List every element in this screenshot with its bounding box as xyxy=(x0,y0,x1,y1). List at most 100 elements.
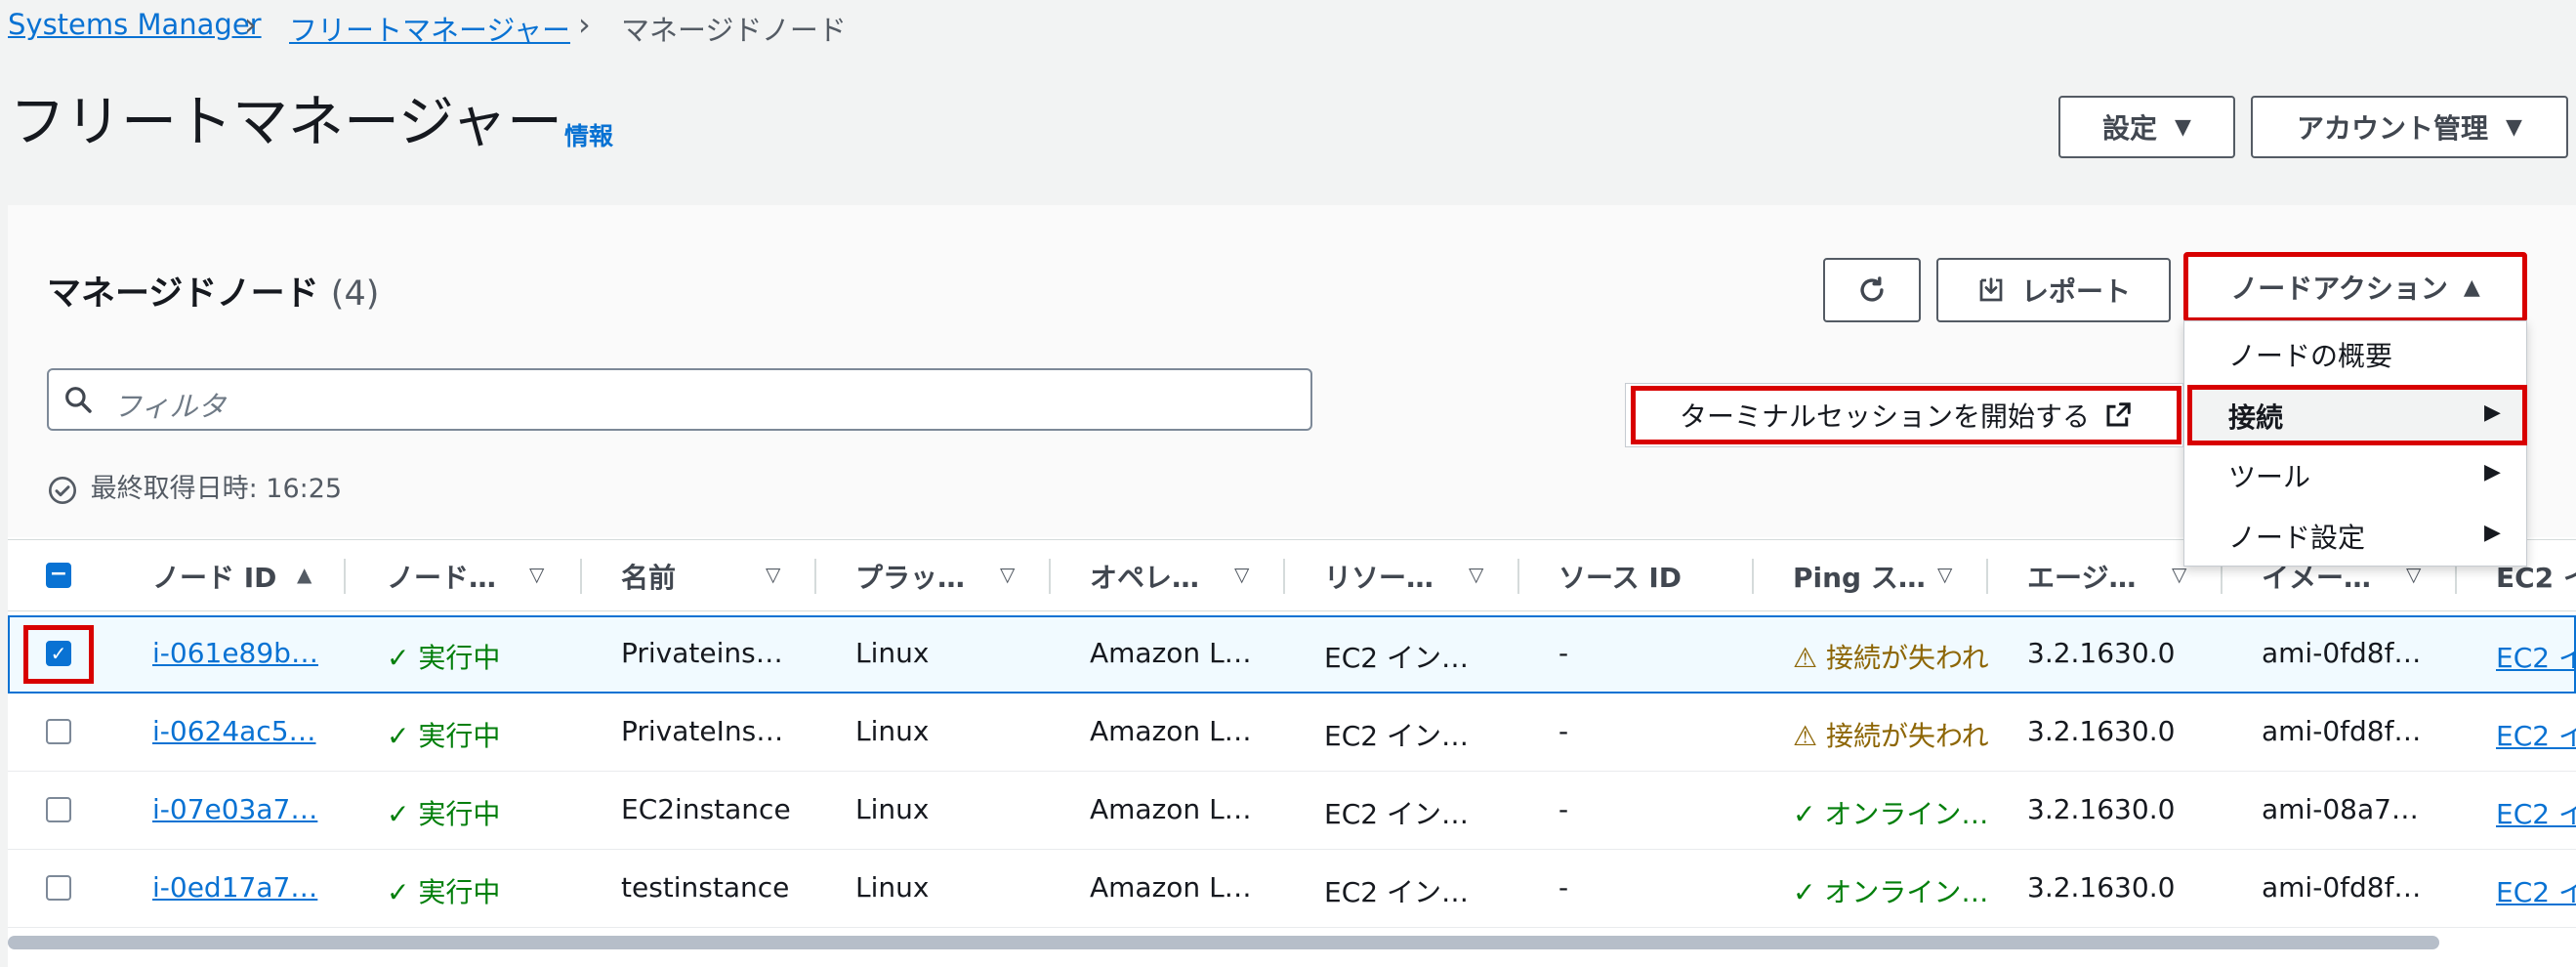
platform: Linux xyxy=(855,715,930,747)
node-name: PrivateIns… xyxy=(621,715,784,747)
settings-label: 設定 xyxy=(2102,112,2158,145)
column-divider xyxy=(580,559,582,594)
refresh-button[interactable] xyxy=(1823,258,1921,322)
sort-icon[interactable]: ▽ xyxy=(1000,563,1015,586)
caret-down-icon: ▼ xyxy=(2175,114,2191,140)
section-title: マネージドノード (4) xyxy=(47,274,380,314)
column-header[interactable]: ノード… xyxy=(387,557,496,596)
row-checkbox[interactable]: ✓ xyxy=(46,641,71,666)
row-checkbox[interactable] xyxy=(46,719,71,744)
page-title: フリートマネージャー xyxy=(10,90,563,154)
column-divider xyxy=(1986,559,1988,594)
settings-button[interactable]: 設定 ▼ xyxy=(2058,96,2235,158)
node-id-link[interactable]: i-061e89b… xyxy=(152,637,318,669)
menu-item-node-settings[interactable]: ノード設定 xyxy=(2228,517,2365,556)
node-state: ✓ 実行中 xyxy=(387,642,501,674)
ec2-link[interactable]: EC2 イ xyxy=(2496,793,2576,832)
node-name: testinstance xyxy=(621,871,790,904)
node-state: ✓ 実行中 xyxy=(387,876,501,908)
node-id-link[interactable]: i-0624ac5… xyxy=(152,715,316,747)
sort-icon[interactable]: ▽ xyxy=(1469,563,1483,586)
filter-placeholder: フィルタ xyxy=(113,390,227,423)
external-link-icon xyxy=(2106,402,2131,427)
column-header[interactable]: ノード ID xyxy=(152,557,276,596)
column-divider xyxy=(344,559,346,594)
image-id: ami-0fd8f… xyxy=(2262,637,2422,669)
ping-status: ⚠ 接続が失われ xyxy=(1793,720,1988,752)
breadcrumb-fleet-manager[interactable]: フリートマネージャー xyxy=(289,8,570,49)
submenu-arrow-icon: ▶ xyxy=(2484,460,2501,484)
os-name: Amazon L… xyxy=(1090,793,1252,825)
caret-up-icon: ▲ xyxy=(2463,274,2480,300)
column-divider xyxy=(1752,559,1754,594)
image-id: ami-08a7… xyxy=(2262,793,2419,825)
column-header[interactable]: ソース ID xyxy=(1558,557,1682,596)
platform: Linux xyxy=(855,871,930,904)
sort-ascending-icon[interactable]: ▲ xyxy=(297,563,312,586)
account-management-label: アカウント管理 xyxy=(2297,112,2489,145)
refresh-icon xyxy=(1860,276,1884,302)
breadcrumb-separator: › xyxy=(578,6,591,43)
source-id: - xyxy=(1558,793,1569,825)
account-management-button[interactable]: アカウント管理 ▼ xyxy=(2251,96,2568,158)
search-icon xyxy=(65,387,92,413)
sort-icon[interactable]: ▽ xyxy=(766,563,780,586)
breadcrumb-systems-manager[interactable]: Systems Manager xyxy=(8,8,262,41)
ping-status: ⚠ 接続が失われ xyxy=(1793,642,1988,674)
download-icon xyxy=(1979,277,2003,302)
column-header[interactable]: エージ… xyxy=(2027,557,2136,596)
info-link[interactable]: 情報 xyxy=(564,117,613,152)
node-state: ✓ 実行中 xyxy=(387,798,501,830)
select-all-checkbox[interactable]: − xyxy=(46,563,71,588)
agent-version: 3.2.1630.0 xyxy=(2027,793,2176,825)
os-name: Amazon L… xyxy=(1090,637,1252,669)
menu-item-node-overview[interactable]: ノードの概要 xyxy=(2228,335,2392,374)
report-label: レポート xyxy=(2020,275,2131,308)
start-terminal-session-label: ターミナルセッションを開始する xyxy=(1679,400,2090,433)
node-name: Privateins… xyxy=(621,637,783,669)
column-header[interactable]: リソー… xyxy=(1324,557,1433,596)
ec2-link[interactable]: EC2 イ xyxy=(2496,637,2576,676)
resource-type: EC2 イン… xyxy=(1324,720,1469,752)
node-actions-button[interactable]: ノードアクション ▲ xyxy=(2183,252,2527,322)
agent-version: 3.2.1630.0 xyxy=(2027,637,2176,669)
submenu-arrow-icon: ▶ xyxy=(2484,400,2501,425)
ping-status: ✓ オンライン… xyxy=(1793,798,1988,830)
sort-icon[interactable]: ▽ xyxy=(1234,563,1249,586)
resource-type: EC2 イン… xyxy=(1324,798,1469,830)
column-header[interactable]: プラッ… xyxy=(855,557,965,596)
node-actions-label: ノードアクション xyxy=(2230,273,2448,305)
column-divider xyxy=(814,559,816,594)
source-id: - xyxy=(1558,637,1569,669)
node-id-link[interactable]: i-0ed17a7… xyxy=(152,871,317,904)
caret-down-icon: ▼ xyxy=(2506,114,2522,140)
sort-icon[interactable]: ▽ xyxy=(1937,563,1952,586)
last-fetched: 最終取得日時: 16:25 xyxy=(47,467,342,506)
source-id: - xyxy=(1558,871,1569,904)
report-button[interactable]: レポート xyxy=(1936,258,2171,322)
column-divider xyxy=(1049,559,1051,594)
submenu-arrow-icon: ▶ xyxy=(2484,521,2501,545)
horizontal-scrollbar[interactable] xyxy=(8,936,2439,949)
ec2-link[interactable]: EC2 イ xyxy=(2496,871,2576,910)
ping-status: ✓ オンライン… xyxy=(1793,876,1988,908)
menu-item-tools[interactable]: ツール xyxy=(2228,456,2310,495)
node-state: ✓ 実行中 xyxy=(387,720,501,752)
image-id: ami-0fd8f… xyxy=(2262,715,2422,747)
resource-type: EC2 イン… xyxy=(1324,876,1469,908)
ec2-link[interactable]: EC2 イ xyxy=(2496,715,2576,754)
column-header[interactable]: オペレ… xyxy=(1090,557,1199,596)
node-id-link[interactable]: i-07e03a7… xyxy=(152,793,317,825)
sort-icon[interactable]: ▽ xyxy=(529,563,544,586)
node-count: (4) xyxy=(330,274,380,314)
column-header[interactable]: Ping ス… xyxy=(1793,557,1926,596)
breadcrumb-separator: › xyxy=(244,6,257,43)
row-checkbox[interactable] xyxy=(46,875,71,901)
column-header[interactable]: 名前 xyxy=(621,557,676,596)
column-divider xyxy=(1517,559,1519,594)
node-name: EC2instance xyxy=(621,793,791,825)
row-checkbox[interactable] xyxy=(46,797,71,822)
start-terminal-session-item[interactable]: ターミナルセッションを開始する xyxy=(1631,386,2181,444)
filter-input[interactable]: フィルタ xyxy=(47,368,1312,431)
platform: Linux xyxy=(855,793,930,825)
